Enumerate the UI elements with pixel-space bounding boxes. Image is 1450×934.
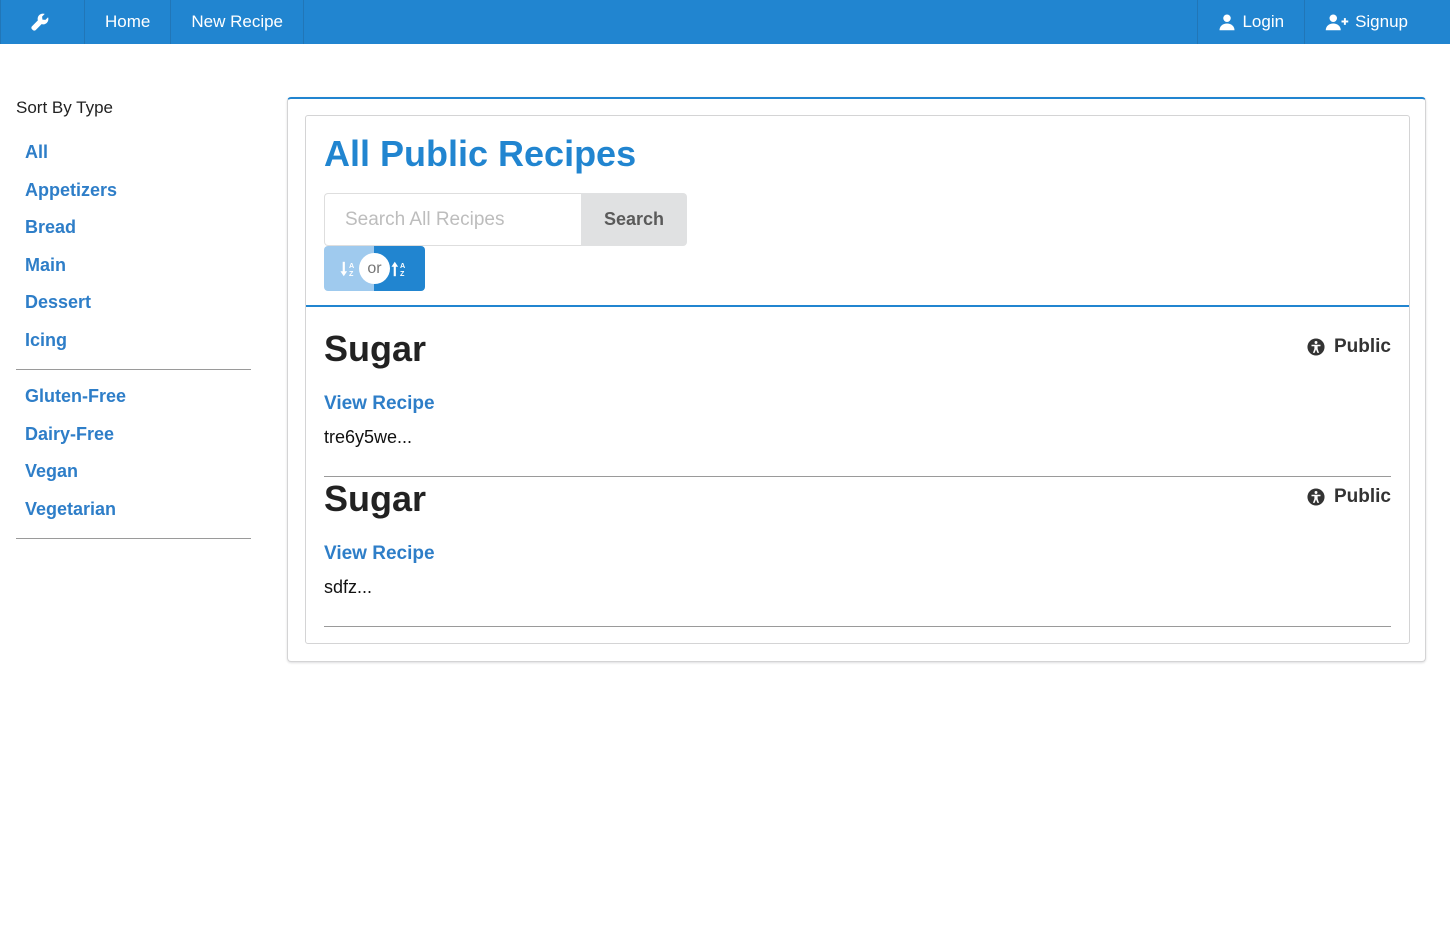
sort-alpha-down-icon: A Z [340, 261, 354, 278]
top-navbar: Home New Recipe Login Signup [0, 0, 1450, 44]
sidebar: Sort By Type All Appetizers Bread Main D… [16, 96, 251, 553]
type-filter-main[interactable]: Main [16, 253, 251, 291]
search-bar: Search [324, 193, 687, 246]
search-input[interactable] [324, 193, 581, 246]
type-filter-dessert[interactable]: Dessert [16, 290, 251, 328]
sort-or-divider: or [359, 253, 390, 284]
type-filter-icing[interactable]: Icing [16, 328, 251, 366]
diet-filter-vegan[interactable]: Vegan [16, 459, 251, 497]
visibility-label: Public [1333, 336, 1391, 357]
diet-filter-gluten-free[interactable]: Gluten-Free [16, 384, 251, 422]
recipe-item: Sugar Public View Recipe tre6y5we... [324, 327, 1391, 477]
signup-label: Signup [1355, 12, 1408, 31]
type-filter-list: All Appetizers Bread Main Dessert Icing [16, 140, 251, 365]
sidebar-heading: Sort By Type [16, 98, 114, 117]
recipe-title: Sugar [324, 478, 427, 519]
sidebar-divider [16, 538, 251, 539]
sort-alpha-up-icon: A Z [390, 261, 405, 278]
search-button[interactable]: Search [581, 193, 687, 246]
recipe-description: tre6y5we... [324, 427, 413, 447]
user-icon [1219, 14, 1235, 31]
nav-login-link[interactable]: Login [1197, 0, 1304, 44]
visibility-label: Public [1333, 486, 1391, 507]
recipe-list: Sugar Public View Recipe tre6y5we... Sug… [324, 327, 1391, 627]
login-label: Login [1242, 12, 1285, 31]
sidebar-divider [16, 369, 251, 370]
svg-text:Z: Z [349, 269, 354, 278]
view-recipe-link[interactable]: View Recipe [324, 392, 435, 416]
diet-filter-dairy-free[interactable]: Dairy-Free [16, 422, 251, 460]
recipe-item: Sugar Public View Recipe sdfz... [324, 477, 1391, 627]
universal-access-icon [1307, 338, 1325, 356]
nav-signup-link[interactable]: Signup [1304, 0, 1450, 44]
type-filter-bread[interactable]: Bread [16, 215, 251, 253]
nav-home-link[interactable]: Home [85, 0, 172, 44]
sort-button-group: A Z or A Z [324, 246, 425, 291]
page-title: All Public Recipes [324, 133, 637, 174]
recipes-panel: All Public Recipes Search A Z or [287, 97, 1426, 662]
svg-text:Z: Z [400, 269, 405, 278]
type-filter-appetizers[interactable]: Appetizers [16, 178, 251, 216]
diet-filter-vegetarian[interactable]: Vegetarian [16, 497, 251, 535]
recipes-inner-panel: All Public Recipes Search A Z or [305, 115, 1410, 644]
recipes-header: All Public Recipes Search A Z or [306, 116, 1409, 307]
visibility-badge: Public [1307, 486, 1391, 508]
wrench-icon[interactable] [0, 0, 85, 44]
nav-new-recipe-link[interactable]: New Recipe [171, 0, 305, 44]
type-filter-all[interactable]: All [16, 140, 251, 178]
view-recipe-link[interactable]: View Recipe [324, 542, 435, 566]
nav-right-menu: Login Signup [1197, 0, 1450, 44]
recipe-title: Sugar [324, 328, 427, 369]
recipe-description: sdfz... [324, 577, 373, 597]
visibility-badge: Public [1307, 336, 1391, 358]
user-plus-icon [1325, 14, 1349, 31]
universal-access-icon [1307, 488, 1325, 506]
diet-filter-list: Gluten-Free Dairy-Free Vegan Vegetarian [16, 384, 251, 534]
